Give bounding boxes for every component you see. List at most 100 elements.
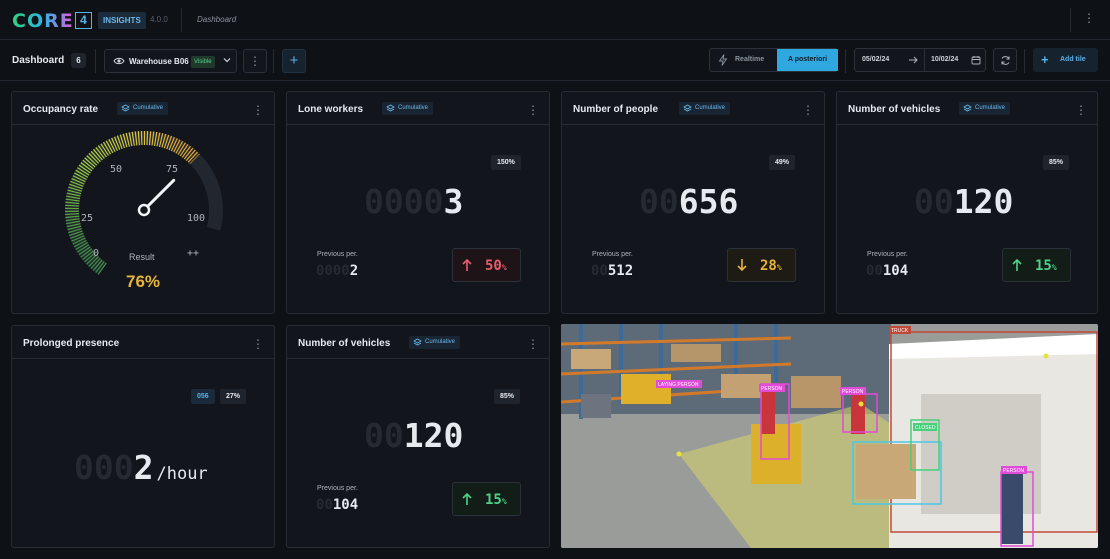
tile-title: Number of vehicles (298, 338, 391, 349)
breadcrumb[interactable]: Dashboard (197, 15, 236, 24)
zone-vertex[interactable] (676, 451, 682, 457)
percent-badge: 27% (220, 389, 247, 404)
percent-badge: 85% (1043, 155, 1070, 170)
arrow-up-icon (1012, 258, 1022, 271)
detection-label: CLOSED (915, 425, 936, 431)
divider (845, 49, 846, 73)
refresh-button[interactable] (993, 48, 1017, 72)
divider (95, 49, 96, 73)
tile-menu-icon[interactable]: ⋮ (802, 104, 814, 116)
previous-digits: 2 (349, 263, 359, 279)
trend-unit: % (501, 263, 507, 272)
previous-value: 00104 (866, 263, 908, 279)
tile-menu-icon[interactable]: ⋮ (252, 338, 264, 350)
tile-title: Lone workers (298, 104, 364, 115)
percent-badge: 85% (494, 389, 521, 404)
forklift-1 (621, 374, 671, 404)
detection-label: PERSON (842, 389, 864, 395)
realtime-button[interactable]: Realtime (710, 49, 777, 71)
realtime-label: Realtime (735, 56, 765, 63)
pallet-stack (581, 394, 611, 418)
layers-icon (683, 104, 692, 112)
previous-ghost-digits: 00 (591, 263, 608, 279)
site-select[interactable]: Warehouse B06 Visible (104, 49, 237, 73)
refresh-icon (1001, 56, 1010, 65)
gauge-tick: 100 (187, 213, 206, 224)
cumulative-label: Cumulative (398, 105, 429, 111)
add-button[interactable]: + (282, 49, 306, 73)
worker (1001, 474, 1023, 544)
zone-vertex[interactable] (1043, 353, 1049, 359)
metric-value: 00120 (364, 419, 463, 452)
arrow-up-icon (462, 258, 472, 271)
layers-icon (413, 338, 422, 346)
cumulative-badge: Cumulative (117, 102, 169, 115)
camera-feed[interactable]: LAYING PERSON PERSON PERSON TRUCK PERSON… (561, 324, 1098, 548)
divider (1070, 8, 1071, 32)
trend-value: 15 (1035, 258, 1052, 274)
metric-value: 00003 (364, 185, 463, 218)
date-range-picker[interactable]: 05/02/24 10/02/24 (854, 48, 986, 72)
trend-unit: % (776, 263, 782, 272)
arrow-up-icon (462, 492, 472, 505)
add-tile-button[interactable]: + Add tile (1033, 48, 1098, 72)
app-menu-icon[interactable]: ⋮ (1082, 12, 1096, 24)
prolonged-presence-tile: Prolonged presence ⋮ 056 27% 0002/hour (11, 325, 275, 548)
metric-ghost-digits: 00 (914, 182, 954, 221)
mode-toggle: Realtime A posteriori (709, 48, 838, 72)
tile-menu-icon[interactable]: ⋮ (1075, 104, 1087, 116)
tile-count-badge: 6 (71, 53, 86, 68)
trend-value: 50 (485, 258, 502, 274)
divider (273, 49, 274, 73)
detection-label: PERSON (761, 386, 783, 392)
previous-label: Previous per. (592, 251, 633, 258)
tile-header: Occupancy rate Cumulative ⋮ (12, 92, 274, 125)
tile-menu-icon[interactable]: ⋮ (527, 338, 539, 350)
tile-menu-icon[interactable]: ⋮ (527, 104, 539, 116)
lightning-icon (718, 54, 728, 66)
cumulative-label: Cumulative (695, 105, 726, 111)
previous-value: 00512 (591, 263, 633, 279)
metric-ghost-digits: 000 (74, 448, 134, 487)
layers-icon (121, 104, 130, 112)
app-logo-number: 4 (75, 12, 92, 29)
tile-title: Occupancy rate (23, 104, 99, 115)
previous-value: 00104 (316, 497, 358, 513)
previous-ghost-digits: 00 (866, 263, 883, 279)
previous-label: Previous per. (867, 251, 908, 258)
lone-workers-tile: Lone workers Cumulative ⋮ 150% 00003 Pre… (286, 91, 550, 314)
cumulative-badge: Cumulative (382, 102, 434, 115)
previous-digits: 104 (332, 497, 359, 513)
dashboard-title: Dashboard (12, 55, 65, 66)
cumulative-label: Cumulative (975, 105, 1006, 111)
trend-value: 15 (485, 492, 502, 508)
metric-value: 00120 (914, 185, 1013, 218)
tile-title: Number of people (573, 104, 659, 115)
previous-digits: 512 (607, 263, 634, 279)
cumulative-badge: Cumulative (679, 102, 731, 115)
app-logo[interactable]: CORE (12, 10, 74, 32)
zone-vertex[interactable] (858, 401, 864, 407)
calendar-icon[interactable] (971, 55, 981, 65)
worker (851, 394, 865, 434)
percent-badge: 49% (769, 155, 796, 170)
metric-digits: 656 (678, 182, 739, 221)
tile-menu-icon[interactable]: ⋮ (252, 104, 264, 116)
posteriori-button[interactable]: A posteriori (777, 49, 838, 71)
trend-badge: 28% (727, 248, 796, 282)
trend-value: 28 (760, 258, 777, 274)
metric-digits: 120 (403, 416, 464, 455)
date-to[interactable]: 10/02/24 (931, 56, 958, 63)
metric-digits: 2 (133, 448, 154, 487)
visibility-badge: Visible (191, 56, 215, 68)
site-options-button[interactable]: ⋮ (243, 49, 267, 73)
metric-ghost-digits: 00 (364, 416, 404, 455)
previous-ghost-digits: 0000 (316, 263, 350, 279)
trend-badge: 15% (1002, 248, 1071, 282)
cumulative-label: Cumulative (425, 339, 456, 345)
tile-header: Prolonged presence ⋮ (12, 326, 274, 359)
box (791, 376, 841, 408)
metric-ghost-digits: 00 (639, 182, 679, 221)
date-from[interactable]: 05/02/24 (862, 56, 889, 63)
divider (924, 49, 925, 71)
